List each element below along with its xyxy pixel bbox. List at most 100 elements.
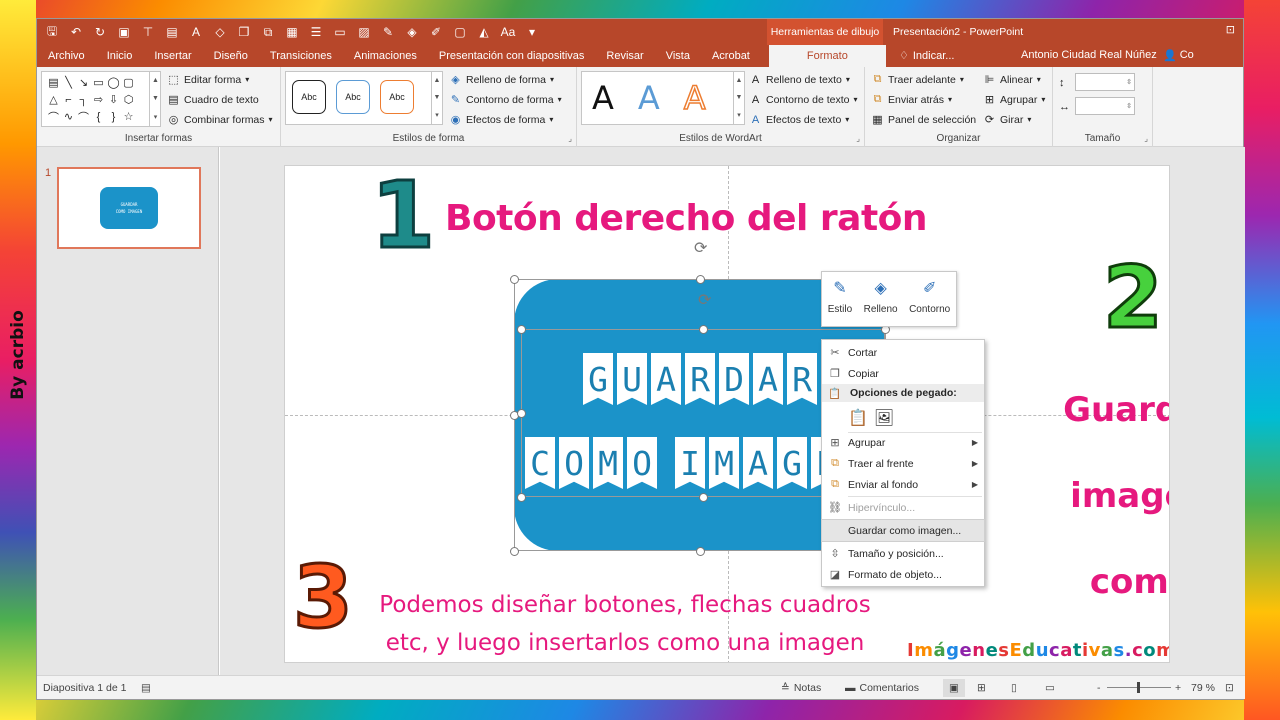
- tab-revisar[interactable]: Revisar: [595, 45, 654, 67]
- tab-presentacion[interactable]: Presentación con diapositivas: [428, 45, 596, 67]
- text-fill-button[interactable]: A Relleno de texto ▾: [749, 73, 850, 86]
- group-button[interactable]: ⊞ Agrupar ▾: [983, 93, 1045, 107]
- scroll-up-icon[interactable]: ▲: [434, 77, 441, 84]
- scroll-up-icon[interactable]: ▲: [152, 77, 159, 84]
- scroll-down-icon[interactable]: ▼: [152, 95, 159, 102]
- resize-handle[interactable]: [509, 274, 519, 284]
- menu-item-copy[interactable]: ❐ Copiar: [822, 363, 984, 384]
- shape-brace-icon[interactable]: {: [97, 111, 101, 123]
- tell-me-box[interactable]: ♢ Indicar...: [899, 49, 954, 63]
- menu-item-cut[interactable]: ✂ Cortar: [822, 342, 984, 363]
- shape-outline-button[interactable]: ✎ Contorno de forma ▾: [449, 93, 562, 107]
- resize-handle[interactable]: [698, 324, 708, 334]
- gallery-more-icon[interactable]: ▾: [737, 111, 741, 119]
- fit-to-window-icon[interactable]: ⊡: [1225, 682, 1234, 694]
- reading-view-icon[interactable]: ▯: [1011, 682, 1017, 694]
- user-name[interactable]: Antonio Ciudad Real Núñez: [1021, 49, 1157, 61]
- eyedropper-icon[interactable]: ✎: [377, 22, 399, 42]
- height-field[interactable]: ⇳: [1075, 73, 1135, 91]
- bring-front-icon[interactable]: ⧉: [257, 22, 279, 42]
- resize-handle[interactable]: [516, 324, 526, 334]
- bring-forward-button[interactable]: ⧉ Traer adelante ▾: [871, 73, 964, 86]
- shape-style-sample[interactable]: Abc: [292, 80, 326, 114]
- slide[interactable]: 1 Botón derecho del ratón 2 Guardar imag…: [284, 165, 1170, 663]
- resize-handle[interactable]: [698, 492, 708, 502]
- image-icon[interactable]: ▨: [353, 22, 375, 42]
- spinner-icon[interactable]: ⇳: [1126, 78, 1132, 86]
- zoom-level[interactable]: 79 %: [1191, 682, 1215, 694]
- normal-view-icon[interactable]: ▣: [943, 678, 965, 697]
- spellcheck-icon[interactable]: ▤: [141, 682, 151, 694]
- menu-item-group[interactable]: ⊞ Agrupar ▶: [822, 432, 984, 453]
- tab-acrobat[interactable]: Acrobat: [701, 45, 761, 67]
- menu-item-size-position[interactable]: ⇳ Tamaño y posición...: [822, 543, 984, 564]
- new-slide-icon[interactable]: ▤: [161, 22, 183, 42]
- paste-keep-source-icon[interactable]: 📋: [848, 408, 868, 428]
- text-outline-button[interactable]: A Contorno de texto ▾: [749, 93, 858, 106]
- align-top-icon[interactable]: ⊤: [137, 22, 159, 42]
- pen-icon[interactable]: ✐: [425, 22, 447, 42]
- text-effects-button[interactable]: A Efectos de texto ▾: [749, 113, 849, 126]
- slide-thumbnail[interactable]: GUARDAR COMO IMAGEN: [57, 167, 201, 249]
- tab-inicio[interactable]: Inicio: [96, 45, 144, 67]
- tab-archivo[interactable]: Archivo: [37, 45, 96, 67]
- wordart-sample[interactable]: A: [592, 79, 614, 117]
- shape-star-icon[interactable]: ☆: [124, 110, 134, 123]
- ribbon-options-icon[interactable]: ⊡: [1226, 23, 1235, 36]
- shape-elbow-icon[interactable]: ⌐: [65, 94, 71, 106]
- width-field[interactable]: ⇳: [1075, 97, 1135, 115]
- resize-handle[interactable]: [509, 546, 519, 556]
- resize-handle[interactable]: [516, 492, 526, 502]
- undo-icon[interactable]: ↶: [65, 22, 87, 42]
- table-icon[interactable]: ▦: [281, 22, 303, 42]
- outline-icon[interactable]: ▢: [449, 22, 471, 42]
- text-box-icon[interactable]: ▭: [329, 22, 351, 42]
- save-icon[interactable]: 🖫: [41, 22, 63, 42]
- selection-pane-button[interactable]: ▦ Panel de selección: [871, 113, 976, 127]
- resize-handle[interactable]: [695, 546, 705, 556]
- rotate-handle-icon[interactable]: ⟳: [694, 238, 707, 258]
- scroll-down-icon[interactable]: ▼: [434, 94, 441, 101]
- align-button[interactable]: ⊫ Alinear ▾: [983, 73, 1041, 87]
- text-box-button[interactable]: ▤ Cuadro de texto: [167, 93, 258, 107]
- shape-arrow-line-icon[interactable]: ↘: [79, 76, 88, 89]
- dialog-launcher-icon[interactable]: ⌟: [1144, 134, 1148, 143]
- zoom-out-button[interactable]: -: [1097, 682, 1101, 694]
- shapes-icon[interactable]: ◇: [209, 22, 231, 42]
- shape-arrow-right-icon[interactable]: ⇨: [94, 93, 103, 106]
- paste-picture-icon[interactable]: 🖼: [874, 408, 894, 428]
- fill-icon[interactable]: ◈: [401, 22, 423, 42]
- tab-diseno[interactable]: Diseño: [203, 45, 259, 67]
- menu-item-save-as-picture[interactable]: Guardar como imagen...: [821, 519, 985, 542]
- scroll-up-icon[interactable]: ▲: [736, 77, 743, 84]
- rotate-button[interactable]: ⟳ Girar ▾: [983, 113, 1031, 127]
- shapes-gallery-scroll[interactable]: ▲ ▼ ▾: [149, 71, 161, 127]
- notes-button[interactable]: ≙ Notas: [781, 682, 821, 694]
- shape-elbow2-icon[interactable]: ┐: [80, 94, 88, 106]
- tab-animaciones[interactable]: Animaciones: [343, 45, 428, 67]
- shape-oval-icon[interactable]: ◯: [107, 76, 119, 89]
- wordart-gallery[interactable]: A A A: [581, 71, 745, 125]
- send-backward-button[interactable]: ⧉ Enviar atrás ▾: [871, 93, 952, 106]
- text-fill-icon[interactable]: ◭: [473, 22, 495, 42]
- shape-arrow-down-icon[interactable]: ⇩: [109, 93, 118, 106]
- gallery-more-icon[interactable]: ▾: [154, 113, 158, 121]
- present-icon[interactable]: ▣: [113, 22, 135, 42]
- shape-line-icon[interactable]: ╲: [65, 76, 72, 89]
- shape-style-gallery[interactable]: Abc Abc Abc: [285, 71, 443, 125]
- comments-button[interactable]: ▬ Comentarios: [845, 682, 919, 694]
- menu-item-format-object[interactable]: ◪ Formato de objeto...: [822, 564, 984, 585]
- share-button[interactable]: 👤 Co: [1163, 49, 1194, 62]
- zoom-in-button[interactable]: +: [1175, 682, 1181, 694]
- slideshow-icon[interactable]: ▭: [1045, 682, 1055, 694]
- shape-curve-icon[interactable]: ∿: [64, 110, 73, 123]
- dialog-launcher-icon[interactable]: ⌟: [568, 134, 572, 143]
- shapes-gallery[interactable]: ▤ ╲ ↘ ▭ ◯ ▢ △ ⌐ ┐ ⇨ ⇩ ⬡ ⌒ ∿ ⌒ { } ☆: [41, 71, 161, 127]
- font-size-icon[interactable]: Aa: [497, 22, 519, 42]
- chevron-down-icon[interactable]: ▾: [521, 22, 543, 42]
- rotate-handle-icon[interactable]: ⟳: [698, 290, 711, 310]
- menu-item-bring-to-front[interactable]: ⧉ Traer al frente ▶: [822, 453, 984, 474]
- shape-fill-button[interactable]: ◈ Relleno de forma ▾: [449, 73, 554, 87]
- outline-button[interactable]: ✐ Contorno: [909, 278, 950, 326]
- tab-formato[interactable]: Formato: [768, 45, 886, 67]
